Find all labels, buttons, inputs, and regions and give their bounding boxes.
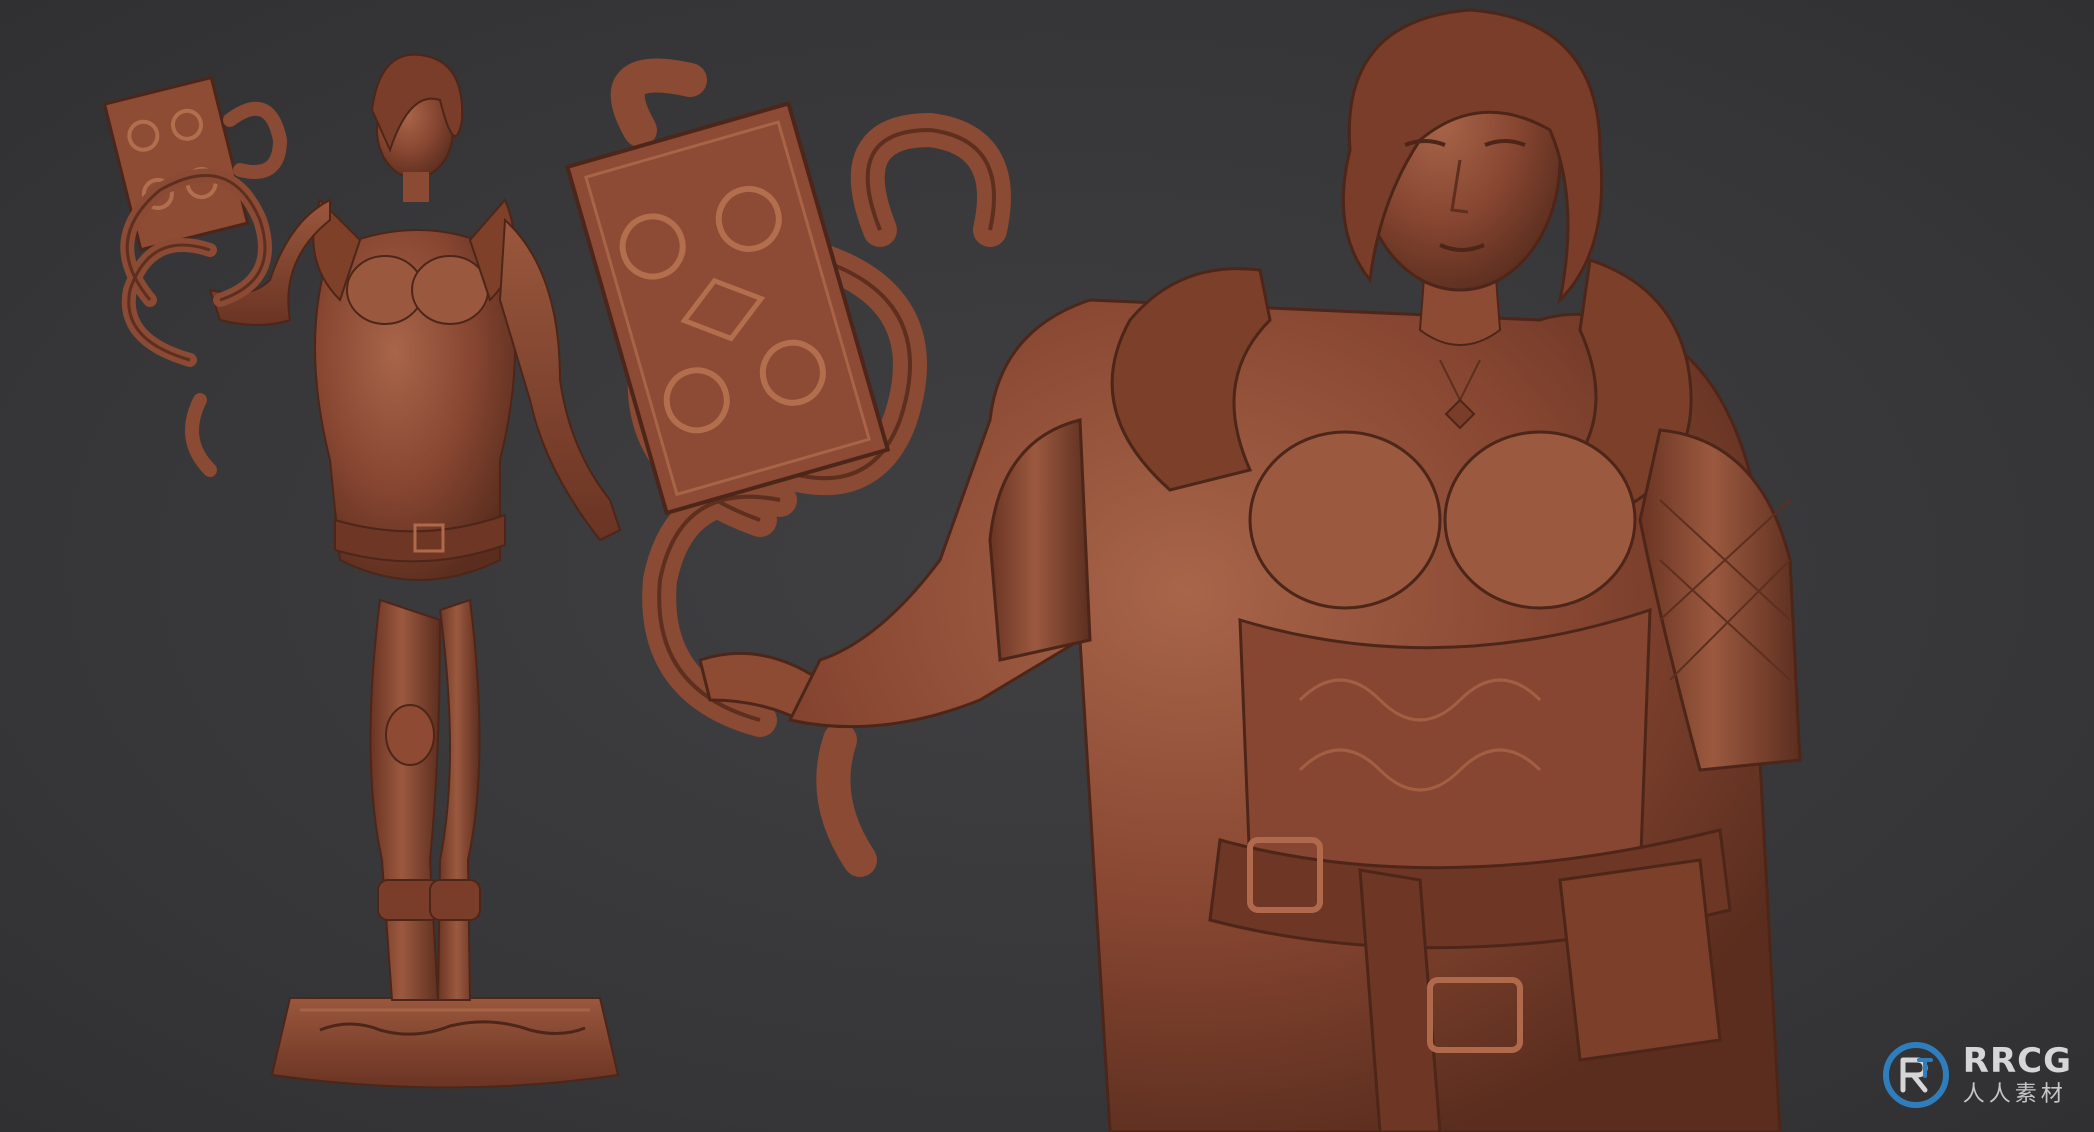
watermark-subtitle: 人人素材 [1962, 1082, 2067, 1107]
sculpt-renders [102, 8, 1802, 1132]
render-viewport: RRCG 人人素材 [0, 0, 2094, 1132]
watermark: RRCG 人人素材 [1881, 1040, 2072, 1110]
full-figure-statue [102, 53, 622, 1089]
closeup-bust [564, 8, 1802, 1132]
watermark-brand: RRCG [1962, 1041, 2072, 1081]
rrcg-logo-icon [1882, 1042, 1949, 1108]
